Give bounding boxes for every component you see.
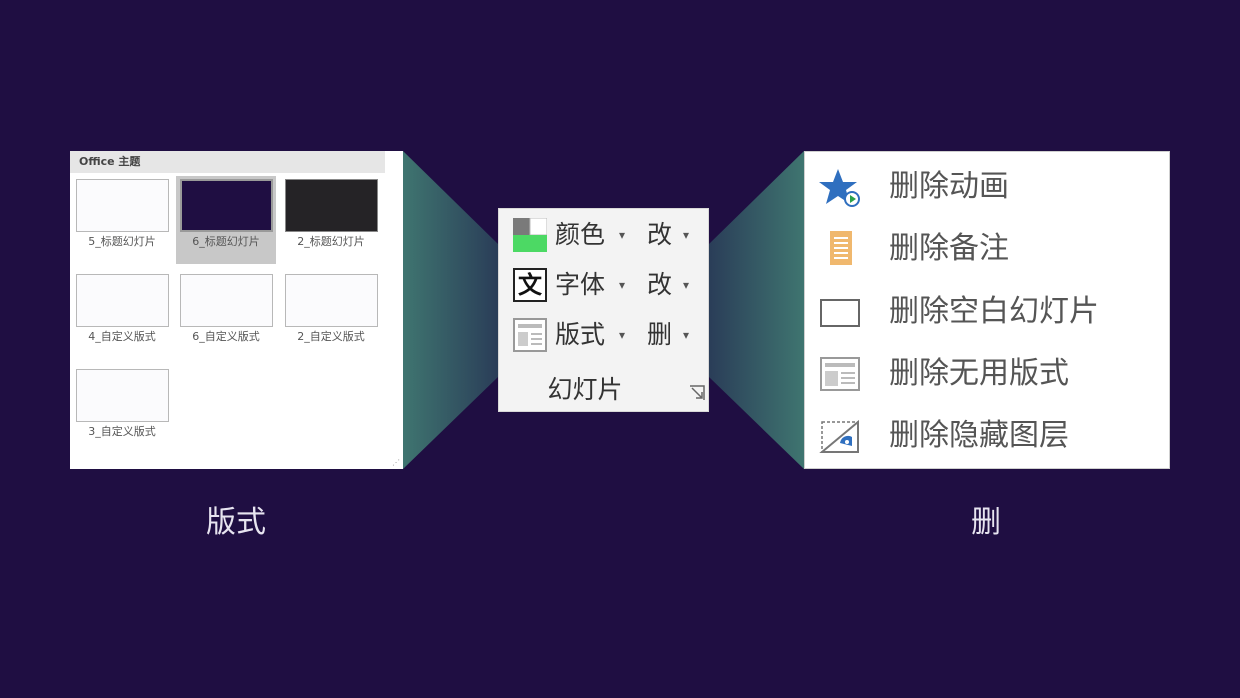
layout-label: 4_自定义版式 — [88, 330, 156, 343]
layout-label: 6_自定义版式 — [192, 330, 260, 343]
ribbon-group: 颜色 ▾ 改 ▾ 文 字体 ▾ 改 ▾ 版式 ▾ 删 ▾ 幻灯片 — [498, 208, 709, 412]
layout-command[interactable]: 版式 ▾ 删 ▾ — [513, 318, 703, 352]
right-caption: 删 — [971, 505, 1001, 540]
chevron-down-icon[interactable]: ▾ — [619, 278, 625, 292]
menu-item-label: 删除空白幻灯片 — [889, 294, 1099, 329]
menu-item-delete-unused-layouts[interactable]: 删除无用版式 — [805, 343, 1169, 405]
menu-item-delete-blank-slides[interactable]: 删除空白幻灯片 — [805, 281, 1169, 343]
color-label: 颜色 — [555, 220, 606, 249]
layout-preview — [285, 274, 378, 327]
dialog-launcher-icon[interactable] — [687, 383, 707, 403]
color-modify-label[interactable]: 改 — [647, 220, 672, 250]
color-command[interactable]: 颜色 ▾ 改 ▾ — [513, 218, 703, 252]
delete-menu-panel: 删除动画 删除备注 删除空白幻灯片 删除无用版式 删除隐藏图层 — [804, 151, 1170, 469]
layout-thumbnail-selected[interactable]: 6_标题幻灯片 — [176, 176, 276, 264]
layout-delete-label[interactable]: 删 — [647, 320, 672, 350]
star-animation-icon — [819, 169, 860, 207]
chevron-down-icon[interactable]: ▾ — [683, 228, 689, 242]
chevron-down-icon[interactable]: ▾ — [683, 278, 689, 292]
ribbon-group-label: 幻灯片 — [547, 375, 623, 404]
color-icon — [513, 218, 547, 252]
blank-slide-icon — [820, 299, 860, 327]
layout-thumbnail[interactable]: 6_自定义版式 — [176, 271, 276, 359]
font-command[interactable]: 文 字体 ▾ 改 ▾ — [513, 268, 703, 302]
layout-thumbnail[interactable]: 3_自定义版式 — [72, 366, 172, 454]
layout-preview — [180, 179, 273, 232]
chevron-down-icon[interactable]: ▾ — [619, 228, 625, 242]
layout-preview — [285, 179, 378, 232]
menu-item-label: 删除动画 — [889, 169, 1009, 204]
menu-item-label: 删除备注 — [889, 231, 1009, 266]
layout-preview — [180, 274, 273, 327]
layout-thumbnail[interactable]: 2_标题幻灯片 — [281, 176, 381, 264]
layout-thumbnail[interactable]: 5_标题幻灯片 — [72, 176, 172, 264]
gallery-header: Office 主题 — [70, 151, 385, 173]
layout-preview — [76, 274, 169, 327]
layout-preview — [76, 369, 169, 422]
menu-item-delete-hidden-layers[interactable]: 删除隐藏图层 — [805, 405, 1169, 467]
menu-item-label: 删除隐藏图层 — [889, 418, 1069, 453]
layout-label: 版式 — [555, 320, 606, 349]
hidden-layer-icon — [819, 419, 859, 453]
layout-icon — [513, 318, 547, 352]
menu-item-label: 删除无用版式 — [889, 356, 1069, 391]
layout-gallery-panel: Office 主题 5_标题幻灯片 6_标题幻灯片 2_标题幻灯片 4_自定义版… — [70, 151, 403, 469]
menu-item-delete-notes[interactable]: 删除备注 — [805, 218, 1169, 280]
font-label: 字体 — [555, 270, 606, 299]
menu-item-delete-animation[interactable]: 删除动画 — [805, 156, 1169, 218]
layout-label: 2_自定义版式 — [297, 330, 365, 343]
layout-label: 3_自定义版式 — [88, 425, 156, 438]
layout-slide-icon — [820, 357, 860, 391]
layout-label: 2_标题幻灯片 — [297, 235, 365, 248]
layout-thumbnail[interactable]: 4_自定义版式 — [72, 271, 172, 359]
chevron-down-icon[interactable]: ▾ — [619, 328, 625, 342]
layout-thumbnail[interactable]: 2_自定义版式 — [281, 271, 381, 359]
font-icon: 文 — [513, 268, 547, 302]
chevron-down-icon[interactable]: ▾ — [683, 328, 689, 342]
left-caption: 版式 — [206, 505, 266, 540]
layout-preview — [76, 179, 169, 232]
layout-label: 5_标题幻灯片 — [88, 235, 156, 248]
font-modify-label[interactable]: 改 — [647, 270, 672, 300]
notes-icon — [830, 231, 852, 265]
resize-grip-icon[interactable]: ⋰ — [392, 458, 400, 467]
layout-label: 6_标题幻灯片 — [192, 235, 260, 248]
